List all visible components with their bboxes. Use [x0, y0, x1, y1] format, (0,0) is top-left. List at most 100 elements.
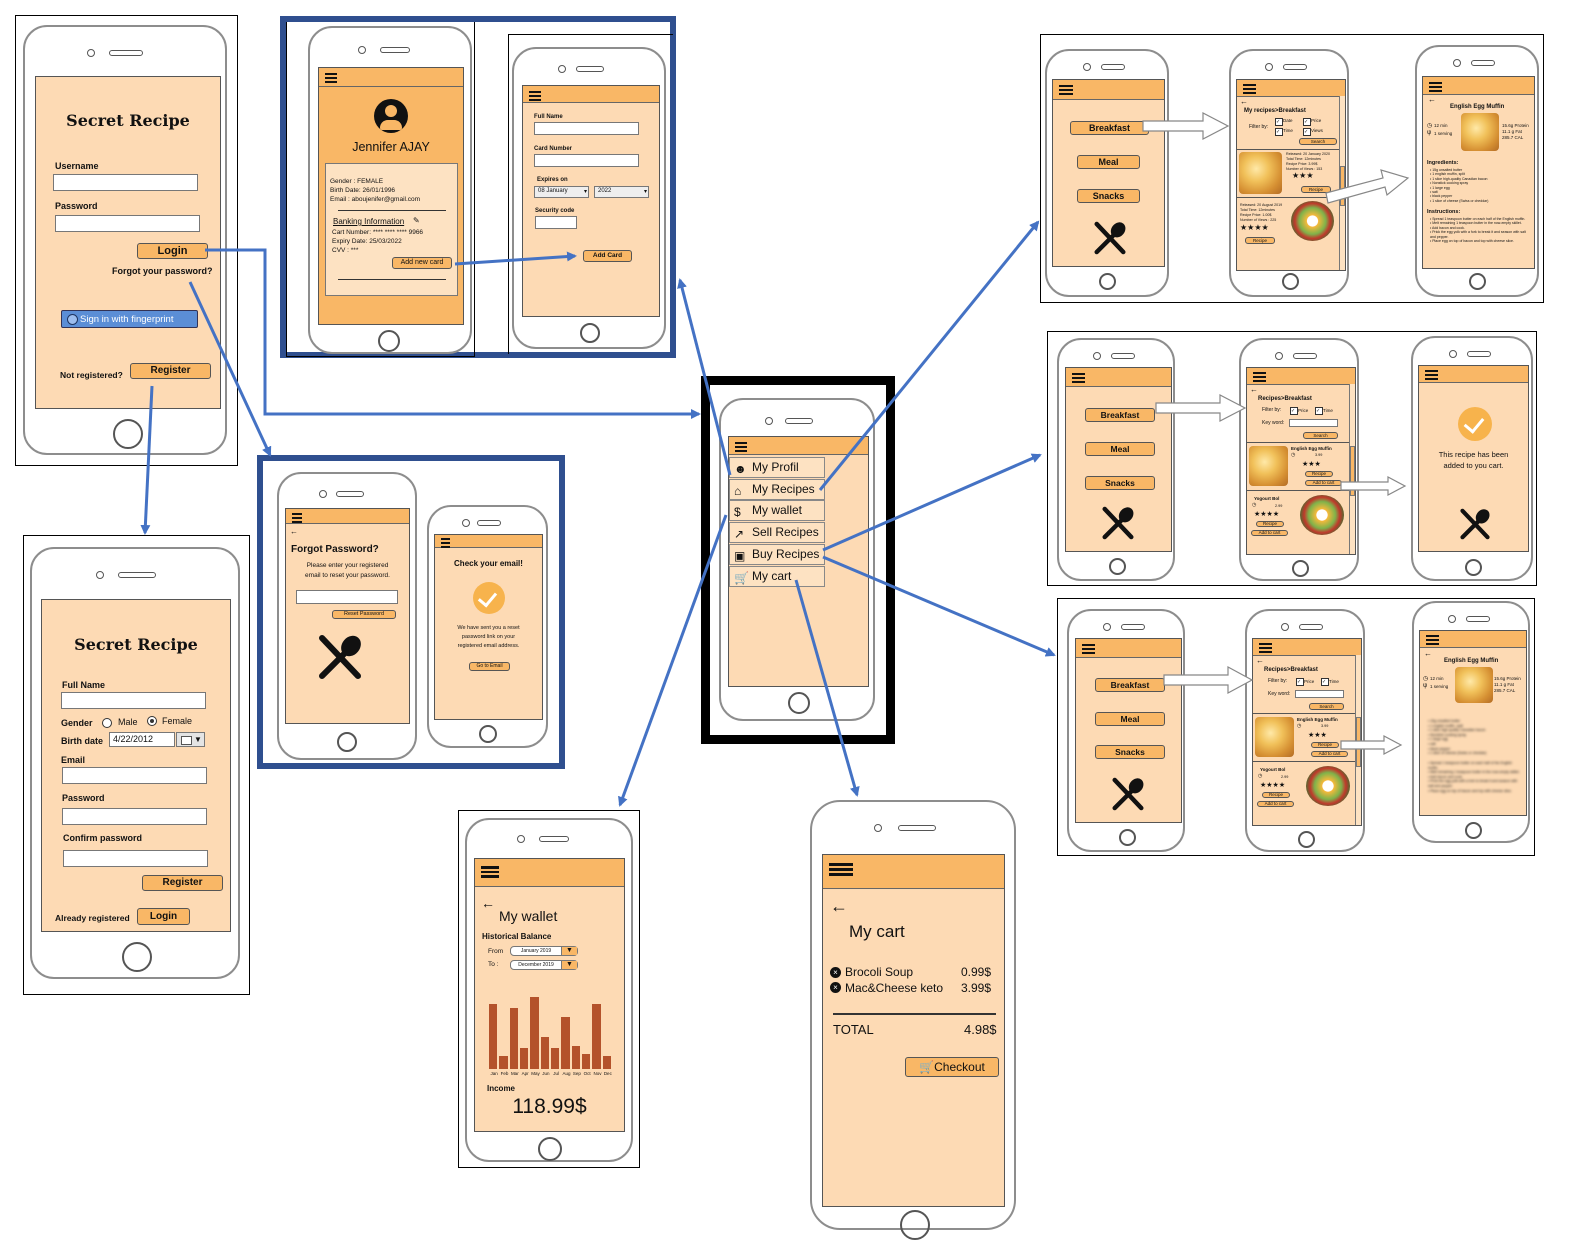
edit-pencil-icon[interactable]: ✎ — [413, 216, 420, 225]
forgot-email-input[interactable] — [296, 590, 398, 604]
menu-icon[interactable] — [1243, 82, 1256, 96]
scrollbar[interactable] — [1355, 655, 1361, 825]
to-select[interactable]: December 2019 ▼ — [510, 960, 578, 970]
back-arrow-icon[interactable]: ← — [290, 527, 298, 536]
password-input-register[interactable] — [62, 808, 207, 825]
buy-recipes-home-button[interactable] — [1292, 560, 1309, 577]
from-select[interactable]: January 2019 ▼ — [510, 946, 578, 956]
menu-item-my-profil[interactable]: ☻ My Profil — [729, 457, 825, 478]
reset-password-button[interactable]: Reset Password — [332, 610, 396, 619]
menu-icon[interactable] — [292, 511, 302, 525]
menu-icon[interactable] — [1059, 83, 1073, 97]
cart-home-button[interactable] — [900, 1210, 930, 1240]
forgot-home-button[interactable] — [337, 732, 357, 752]
expiry-year-select[interactable]: 2022 ▾ — [594, 186, 649, 198]
keyword-input[interactable] — [1289, 419, 1338, 427]
added-confirmation-home-button[interactable] — [1465, 559, 1482, 576]
category-snacks-button[interactable]: Snacks — [1085, 476, 1155, 490]
menu-item-my-cart[interactable]: 🛒 My cart — [729, 566, 825, 587]
recipe-detail-home-button[interactable] — [1469, 273, 1486, 290]
menu-item-my-wallet[interactable]: $ My wallet — [729, 500, 825, 521]
menu-icon[interactable] — [1082, 642, 1095, 656]
filter-checkbox[interactable]: ✓ — [1315, 407, 1323, 415]
email-input[interactable] — [62, 767, 207, 784]
full-name-input[interactable] — [61, 692, 206, 709]
menu-icon[interactable] — [1429, 80, 1442, 94]
expiry-month-select[interactable]: 08 January ▾ — [534, 186, 589, 198]
menu-icon[interactable] — [1426, 633, 1439, 647]
recipe-button[interactable]: Recipe — [1311, 742, 1339, 748]
filter-checkbox[interactable]: ✓ — [1290, 407, 1298, 415]
menu-icon[interactable] — [1253, 370, 1266, 384]
add-card-home-button[interactable] — [580, 323, 600, 343]
filter-checkbox[interactable]: ✓ — [1296, 678, 1304, 686]
keyword-input[interactable] — [1295, 690, 1344, 698]
login-button[interactable]: Login — [137, 243, 208, 259]
card-number-input[interactable] — [534, 154, 639, 167]
back-arrow-icon[interactable]: ← — [1428, 95, 1436, 104]
recipe-button[interactable]: Recipe — [1262, 792, 1290, 798]
buy2-categories-home-button[interactable] — [1119, 829, 1136, 846]
buy2-recipe-detail-home-button[interactable] — [1465, 822, 1482, 839]
main-menu-home-button[interactable] — [788, 692, 810, 714]
category-meal-button[interactable]: Meal — [1095, 712, 1165, 726]
category-breakfast-button[interactable]: Breakfast — [1085, 408, 1155, 422]
security-code-input[interactable] — [535, 216, 577, 229]
forgot-password-link[interactable]: Forgot your password? — [112, 266, 213, 276]
wallet-home-button[interactable] — [538, 1137, 562, 1161]
menu-icon[interactable] — [829, 861, 853, 878]
back-arrow-icon[interactable]: ← — [1250, 385, 1258, 394]
add-to-cart-button[interactable]: Add to cart — [1311, 751, 1348, 757]
menu-item-sell-recipes[interactable]: ↗ Sell Recipes — [729, 522, 825, 543]
category-meal-button[interactable]: Meal — [1085, 442, 1155, 456]
remove-item-icon[interactable]: × — [830, 967, 841, 978]
menu-icon[interactable] — [735, 440, 747, 454]
category-snacks-button[interactable]: Snacks — [1077, 189, 1140, 203]
back-arrow-icon[interactable]: ← — [1240, 97, 1248, 106]
scrollbar[interactable] — [1349, 384, 1355, 554]
back-arrow-icon[interactable]: ← — [830, 896, 848, 917]
search-button[interactable]: Search — [1303, 432, 1338, 439]
username-input[interactable] — [53, 174, 198, 191]
menu-icon[interactable] — [325, 71, 337, 85]
menu-item-buy-recipes[interactable]: ▣ Buy Recipes — [729, 544, 825, 565]
remove-item-icon[interactable]: × — [830, 982, 841, 993]
categories-home-button[interactable] — [1099, 273, 1116, 290]
recipe-button[interactable]: Recipe — [1305, 471, 1333, 477]
birth-date-input[interactable]: 4/22/2012 — [109, 732, 175, 747]
filter-checkbox[interactable]: ✓ — [1275, 118, 1283, 126]
recipe-button[interactable]: Recipe — [1256, 521, 1284, 527]
search-button[interactable]: Search — [1299, 138, 1337, 145]
login-home-button[interactable] — [113, 419, 143, 449]
add-card-button[interactable]: Add Card — [583, 250, 632, 262]
menu-icon[interactable] — [481, 864, 499, 880]
confirm-password-input[interactable] — [63, 850, 208, 867]
menu-icon[interactable] — [1072, 371, 1085, 385]
register-home-button[interactable] — [122, 942, 152, 972]
register-submit-button[interactable]: Register — [142, 875, 223, 891]
checkout-button[interactable]: 🛒Checkout — [905, 1057, 999, 1077]
back-arrow-icon[interactable]: ← — [1424, 649, 1432, 658]
filter-checkbox[interactable]: ✓ — [1303, 128, 1311, 136]
category-breakfast-button[interactable]: Breakfast — [1070, 121, 1149, 135]
back-arrow-icon[interactable]: ← — [1256, 656, 1264, 665]
add-to-cart-button[interactable]: Add to cart — [1305, 480, 1342, 486]
filter-checkbox[interactable]: ✓ — [1303, 118, 1311, 126]
register-login-button[interactable]: Login — [137, 908, 190, 925]
calendar-picker-button[interactable]: ▼ — [176, 732, 205, 747]
add-to-cart-button[interactable]: Add to cart — [1251, 530, 1288, 536]
female-radio[interactable] — [147, 716, 157, 726]
buy-categories-home-button[interactable] — [1109, 558, 1126, 575]
go-to-email-button[interactable]: Go to Email — [469, 662, 510, 671]
check-email-home-button[interactable] — [479, 725, 497, 743]
profile-home-button[interactable] — [378, 330, 400, 352]
menu-icon[interactable] — [441, 536, 450, 550]
menu-item-my-recipes[interactable]: ⌂ My Recipes — [729, 479, 825, 500]
recipe-button[interactable]: Recipe — [1245, 237, 1275, 244]
category-breakfast-button[interactable]: Breakfast — [1095, 678, 1165, 692]
my-recipes-home-button[interactable] — [1282, 273, 1299, 290]
buy2-recipes-home-button[interactable] — [1298, 831, 1315, 848]
fingerprint-button[interactable]: Sign in with fingerprint — [61, 310, 198, 328]
category-snacks-button[interactable]: Snacks — [1095, 745, 1165, 759]
register-button[interactable]: Register — [130, 363, 211, 379]
